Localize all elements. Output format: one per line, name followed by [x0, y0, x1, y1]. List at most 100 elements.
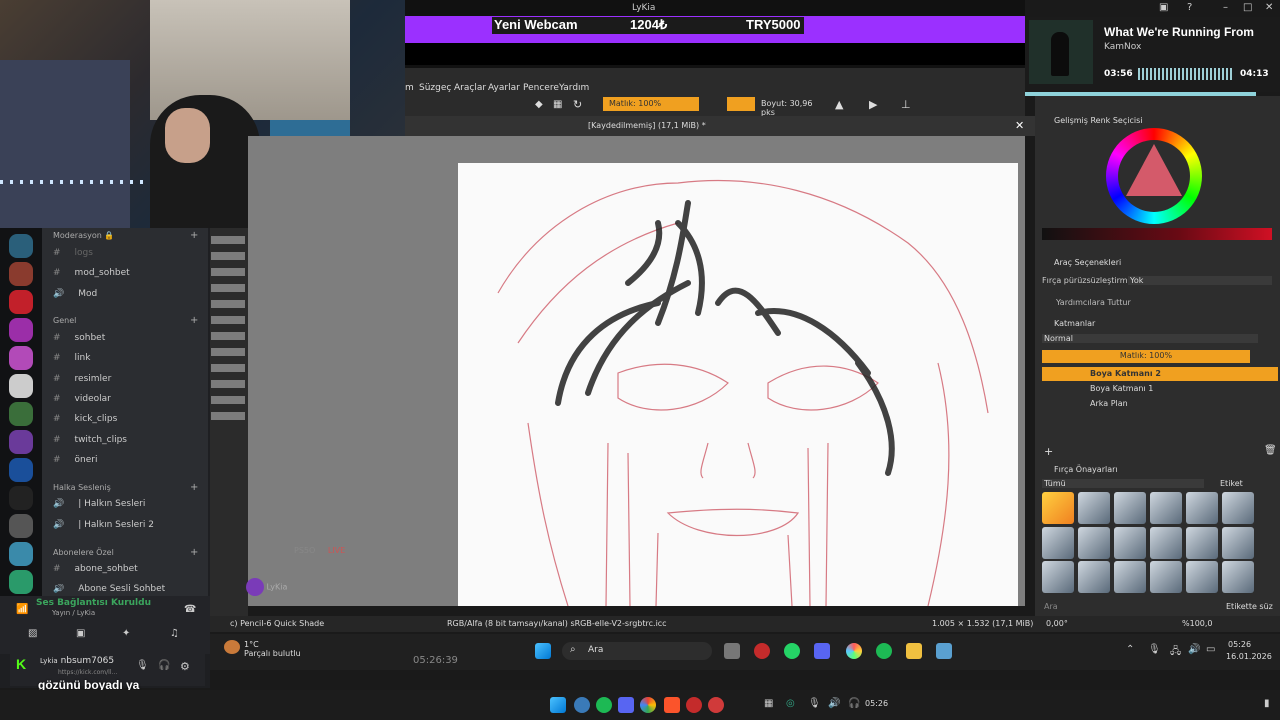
status-rotation[interactable]: 0,00° [1046, 619, 1068, 628]
menu-filter[interactable]: Süzgeç [419, 83, 451, 93]
channel-videolar[interactable]: # videolar [53, 394, 111, 404]
channel-sohbet[interactable]: # sohbet [53, 333, 105, 343]
brush-preset[interactable] [1186, 526, 1218, 559]
document-title[interactable]: [Kaydedilmemiş] (17,1 MiB) * [588, 121, 706, 130]
brush-preset[interactable] [1114, 561, 1146, 594]
server-icon[interactable] [9, 374, 33, 398]
soundboard-icon[interactable]: ♫ [170, 628, 179, 639]
krita-icon[interactable] [846, 643, 862, 659]
color-triangle[interactable] [1126, 144, 1182, 196]
color-wheel[interactable] [1106, 128, 1202, 224]
menu-settings[interactable]: Ayarlar [488, 83, 520, 93]
server-icon[interactable] [9, 262, 33, 286]
app-icon[interactable] [574, 697, 590, 713]
tray-network-icon[interactable]: 🖧 [1170, 644, 1181, 661]
video-off-icon[interactable]: ▨ [28, 628, 37, 639]
wrap-icon[interactable]: ⊥ [901, 98, 911, 111]
add-channel-icon[interactable]: + [190, 547, 198, 558]
channel-logs[interactable]: # logs [53, 248, 93, 258]
brave-icon[interactable] [664, 697, 680, 713]
brush-preset[interactable] [1186, 561, 1218, 594]
tray-chevron-icon[interactable]: ⌃ [1126, 644, 1134, 655]
size-slider[interactable]: Boyut: 30,96 pks [727, 97, 823, 117]
opera-icon[interactable] [686, 697, 702, 713]
brush-preset[interactable] [1042, 492, 1074, 524]
layer-row[interactable]: Arka Plan [1042, 397, 1278, 411]
voice-channel-halkin-sesleri-2[interactable]: 🔊 | Halkın Sesleri 2 [53, 520, 154, 530]
whatsapp-icon[interactable] [784, 643, 800, 659]
status-brush[interactable]: c) Pencil-6 Quick Shade [230, 619, 324, 628]
brush-preset[interactable] [1222, 492, 1254, 524]
brush-preset[interactable] [1114, 492, 1146, 524]
app-icon[interactable] [708, 697, 724, 713]
brush-preset[interactable] [1078, 526, 1110, 559]
file-explorer-icon[interactable] [906, 643, 922, 659]
channel-abone-sohbet[interactable]: # abone_sohbet [53, 564, 138, 574]
secondary-clock[interactable]: 05:26 [865, 699, 888, 708]
tray-mic-icon[interactable]: 🎙 [1148, 644, 1161, 655]
layer-opacity-slider[interactable]: Matlık: 100% [1042, 350, 1250, 363]
opera-icon[interactable] [754, 643, 770, 659]
tag-filter-checkbox[interactable]: Etikette süz [1226, 602, 1273, 611]
brush-preset[interactable] [1186, 492, 1218, 524]
color-gradient-bar[interactable] [1042, 228, 1272, 240]
weather-widget[interactable]: 1°C Parçalı bulutlu [244, 640, 301, 658]
channel-oneri[interactable]: # öneri [53, 455, 98, 465]
tray-volume-icon[interactable]: 🔊 [1188, 644, 1200, 655]
layer-row[interactable]: Boya Katmanı 1 [1042, 382, 1278, 396]
tray-date[interactable]: 16.01.2026 [1226, 652, 1272, 661]
discord-icon[interactable] [814, 643, 830, 659]
microphone-icon[interactable]: 🎙 [136, 660, 149, 671]
brush-preset[interactable] [1150, 561, 1182, 594]
server-icon[interactable] [9, 570, 33, 594]
headphones-icon[interactable]: 🎧 [158, 660, 170, 671]
category-general[interactable]: Genel [53, 316, 76, 325]
menu-window[interactable]: Pencere [523, 83, 559, 93]
mirror-h-icon[interactable]: ▲ [835, 98, 843, 111]
channel-abone-sesli[interactable]: 🔊 Abone Sesli Sohbet [53, 584, 165, 594]
alpha-lock-icon[interactable]: ▦ [553, 99, 562, 110]
server-icon[interactable] [9, 514, 33, 538]
channel-link[interactable]: # link [53, 353, 90, 363]
minimize-icon[interactable]: – [1223, 2, 1228, 13]
menu-tools[interactable]: Araçlar [454, 83, 486, 93]
photos-icon[interactable] [936, 643, 952, 659]
add-channel-icon[interactable]: + [190, 482, 198, 493]
server-icon[interactable] [9, 234, 33, 258]
settings-gear-icon[interactable]: ⚙ [180, 660, 190, 673]
category-subscribers[interactable]: Abonelere Özel [53, 548, 114, 557]
layer-row-active[interactable]: Boya Katmanı 2 [1042, 367, 1278, 381]
server-icon[interactable] [9, 402, 33, 426]
close-document-icon[interactable]: ✕ [1015, 119, 1024, 132]
channel-kick-clips[interactable]: # kick_clips [53, 414, 117, 424]
disconnect-icon[interactable]: ☎ [184, 604, 196, 615]
brush-preset[interactable] [1114, 526, 1146, 559]
snap-assistants-checkbox[interactable]: Yardımcılara Tuttur [1056, 298, 1131, 307]
tray-battery-icon[interactable]: ▭ [1206, 644, 1215, 655]
eraser-icon[interactable]: ◆ [535, 99, 543, 110]
menu-help[interactable]: Yardım [559, 83, 589, 93]
category-moderation[interactable]: Moderasyon 🔒 [53, 231, 114, 240]
shield-icon[interactable]: ◎ [786, 698, 795, 709]
spotify-icon[interactable] [876, 643, 892, 659]
task-view-icon[interactable] [724, 643, 740, 659]
server-icon[interactable] [9, 458, 33, 482]
brush-search-input[interactable]: Ara [1044, 602, 1058, 611]
server-icon[interactable] [9, 430, 33, 454]
notification-icon[interactable]: ▮ [1264, 698, 1270, 709]
maximize-icon[interactable]: □ [1243, 2, 1252, 13]
tray-time[interactable]: 05:26 [1228, 640, 1251, 649]
help-icon[interactable]: ? [1187, 2, 1192, 13]
brush-preset[interactable] [1150, 492, 1182, 524]
delete-layer-icon[interactable]: 🗑 [1264, 445, 1277, 456]
volume-icon[interactable]: 🔊 [828, 698, 840, 709]
screen-share-icon[interactable]: ▣ [76, 628, 85, 639]
start-button-icon[interactable] [550, 697, 566, 713]
brush-preset[interactable] [1078, 492, 1110, 524]
brush-filter-select[interactable]: Tümü [1042, 479, 1204, 488]
brush-preset[interactable] [1042, 561, 1074, 594]
channel-twitch-clips[interactable]: # twitch_clips [53, 435, 127, 445]
channel-mod-sohbet[interactable]: # mod_sohbet [53, 268, 130, 278]
server-icon[interactable] [9, 486, 33, 510]
chrome-icon[interactable] [640, 697, 656, 713]
